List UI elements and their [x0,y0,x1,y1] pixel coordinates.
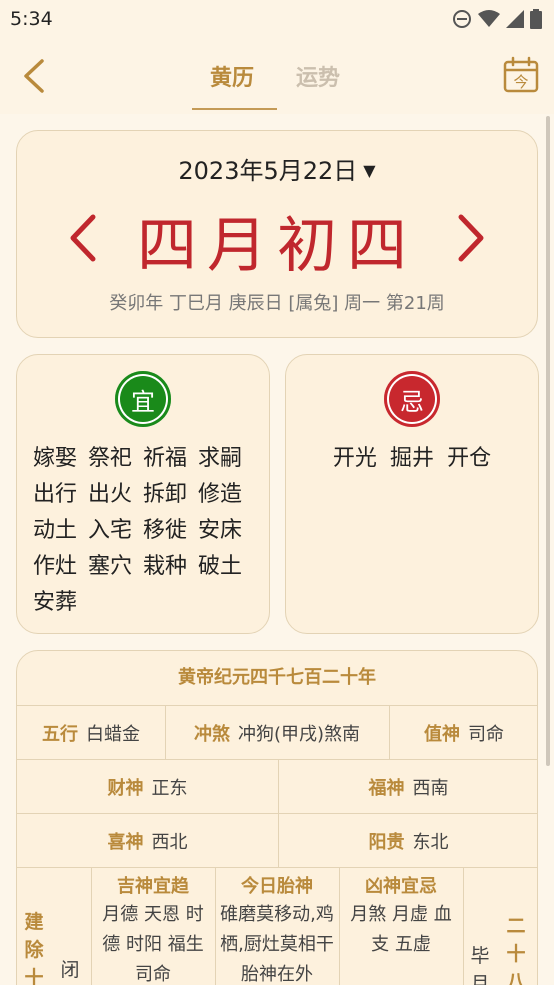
status-icons [452,9,542,29]
taishen-value: 碓磨莫移动,鸡栖,厨灶莫相干胎神在外 [220,904,334,985]
xishen-cell: 喜神 西北 [17,814,278,867]
huangdi-era: 黄帝纪元四千七百二十年 [178,667,376,688]
date-card: 2023年5月22日 ▼ 四月初四 癸卯年 丁巳月 庚辰日 [属兔] 周一 第21… [16,130,538,338]
next-day-icon[interactable] [455,213,487,263]
wifi-icon [478,10,500,27]
suitable-item: 祭祀 [88,446,133,471]
xingxiu-cell: 毕 月 二 十 八 [463,868,537,985]
suitable-badge: 宜 [115,371,171,427]
taishen-label: 今日胎神 [241,876,313,897]
row-shensha: 建 除 十 闭 吉神宜趋 月德 天恩 时德 时阳 福生 司命 今日胎神 碓磨莫移… [17,867,537,985]
chongsha-value: 冲狗(甲戌)煞南 [237,723,361,745]
suitable-item: 安葬 [33,590,78,615]
date-selector[interactable]: 2023年5月22日 ▼ [17,151,537,186]
status-time: 5:34 [10,8,53,30]
suitable-item: 破土 [198,554,243,579]
suitable-item: 修造 [198,482,243,507]
zhishen-value: 司命 [468,723,504,745]
zhishen-label: 值神 [424,723,460,745]
scrollbar[interactable] [546,116,550,766]
xingxiu-label: 二 十 八 [506,915,526,985]
yanggui-label: 阳贵 [368,831,405,853]
row-wuxing: 五行 白蜡金 冲煞 冲狗(甲戌)煞南 值神 司命 [17,705,537,759]
suitable-item: 嫁娶 [33,446,78,471]
suitable-card: 宜 嫁娶 祭祀 祈福 求嗣 出行 出火 拆卸 修造 动土 入宅 移徙 安床 作灶… [16,354,270,634]
suitable-item: 栽种 [143,554,188,579]
caishen-value: 正东 [151,777,188,799]
row-caishen: 财神 正东 福神 西南 [17,759,537,813]
suitable-item: 出火 [88,482,133,507]
wuxing-value: 白蜡金 [86,723,140,745]
caishen-cell: 财神 正东 [17,760,278,813]
avoid-card: 忌 开光 掘井 开仓 [285,354,539,634]
avoid-item: 掘井 [389,446,434,471]
chongsha-label: 冲煞 [193,723,230,745]
suitable-list: 嫁娶 祭祀 祈福 求嗣 出行 出火 拆卸 修造 动土 入宅 移徙 安床 作灶 塞… [33,441,263,621]
battery-icon [530,9,542,29]
avoid-item: 开仓 [447,446,492,471]
suitable-item: 拆卸 [143,482,188,507]
signal-icon [506,10,524,28]
app-header: 黄历 运势 今 [0,38,554,114]
tab-indicator [192,108,277,110]
wuxing-cell: 五行 白蜡金 [17,706,165,759]
taishen-cell: 今日胎神 碓磨莫移动,鸡栖,厨灶莫相干胎神在外 [215,868,339,985]
almanac-details: 黄帝纪元四千七百二十年 五行 白蜡金 冲煞 冲狗(甲戌)煞南 值神 司命 财神 … [16,650,538,985]
avoid-list: 开光 掘井 开仓 [286,441,538,477]
zhishen-cell: 值神 司命 [389,706,537,759]
suitable-item: 出行 [33,482,78,507]
jianchu-value: 闭 [60,959,80,981]
xiongshen-cell: 凶神宜忌 月煞 月虚 血支 五虚 [339,868,463,985]
row-xishen: 喜神 西北 阳贵 东北 [17,813,537,867]
fushen-label: 福神 [368,777,405,799]
avoid-item: 开光 [332,446,377,471]
jianchu-label: 建 除 十 [24,911,44,985]
chongsha-cell: 冲煞 冲狗(甲戌)煞南 [165,706,389,759]
suitable-item: 作灶 [33,554,78,579]
yanggui-value: 东北 [412,831,449,853]
suitable-item: 动土 [33,518,78,543]
suitable-item: 安床 [198,518,243,543]
suitable-item: 求嗣 [198,446,243,471]
suitable-item: 入宅 [88,518,133,543]
tab-fortune[interactable]: 运势 [296,60,340,92]
do-not-disturb-icon [453,10,471,28]
xishen-label: 喜神 [107,831,144,853]
xingxiu-mansion: 毕 月 [470,945,490,985]
today-label: 今 [513,73,528,91]
jishen-cell: 吉神宜趋 月德 天恩 时德 时阳 福生 司命 [91,868,215,985]
dropdown-caret-icon: ▼ [363,161,376,180]
caishen-label: 财神 [107,777,144,799]
ganzhi-info: 癸卯年 丁巳月 庚辰日 [属兔] 周一 第21周 [109,293,445,314]
tab-bar: 黄历 运势 [192,38,362,114]
xiongshen-value: 月煞 月虚 血支 五虚 [350,904,452,955]
back-icon[interactable] [18,58,50,94]
fushen-cell: 福神 西南 [278,760,537,813]
fushen-value: 西南 [412,777,449,799]
xiongshen-label: 凶神宜忌 [365,876,437,897]
suitable-item: 移徙 [143,518,188,543]
status-bar: 5:34 [0,0,554,38]
xishen-value: 西北 [151,831,188,853]
suitable-item: 塞穴 [88,554,133,579]
tab-almanac[interactable]: 黄历 [210,60,254,92]
avoid-badge: 忌 [384,371,440,427]
jianchu-cell: 建 除 十 闭 [17,868,91,985]
yanggui-cell: 阳贵 东北 [278,814,537,867]
solar-date: 2023年5月22日 [178,157,358,185]
wuxing-label: 五行 [42,723,78,745]
jishen-value: 月德 天恩 时德 时阳 福生 司命 [102,904,204,985]
jishen-label: 吉神宜趋 [117,876,189,897]
today-calendar-icon[interactable]: 今 [502,56,540,94]
suitable-item: 祈福 [143,446,188,471]
